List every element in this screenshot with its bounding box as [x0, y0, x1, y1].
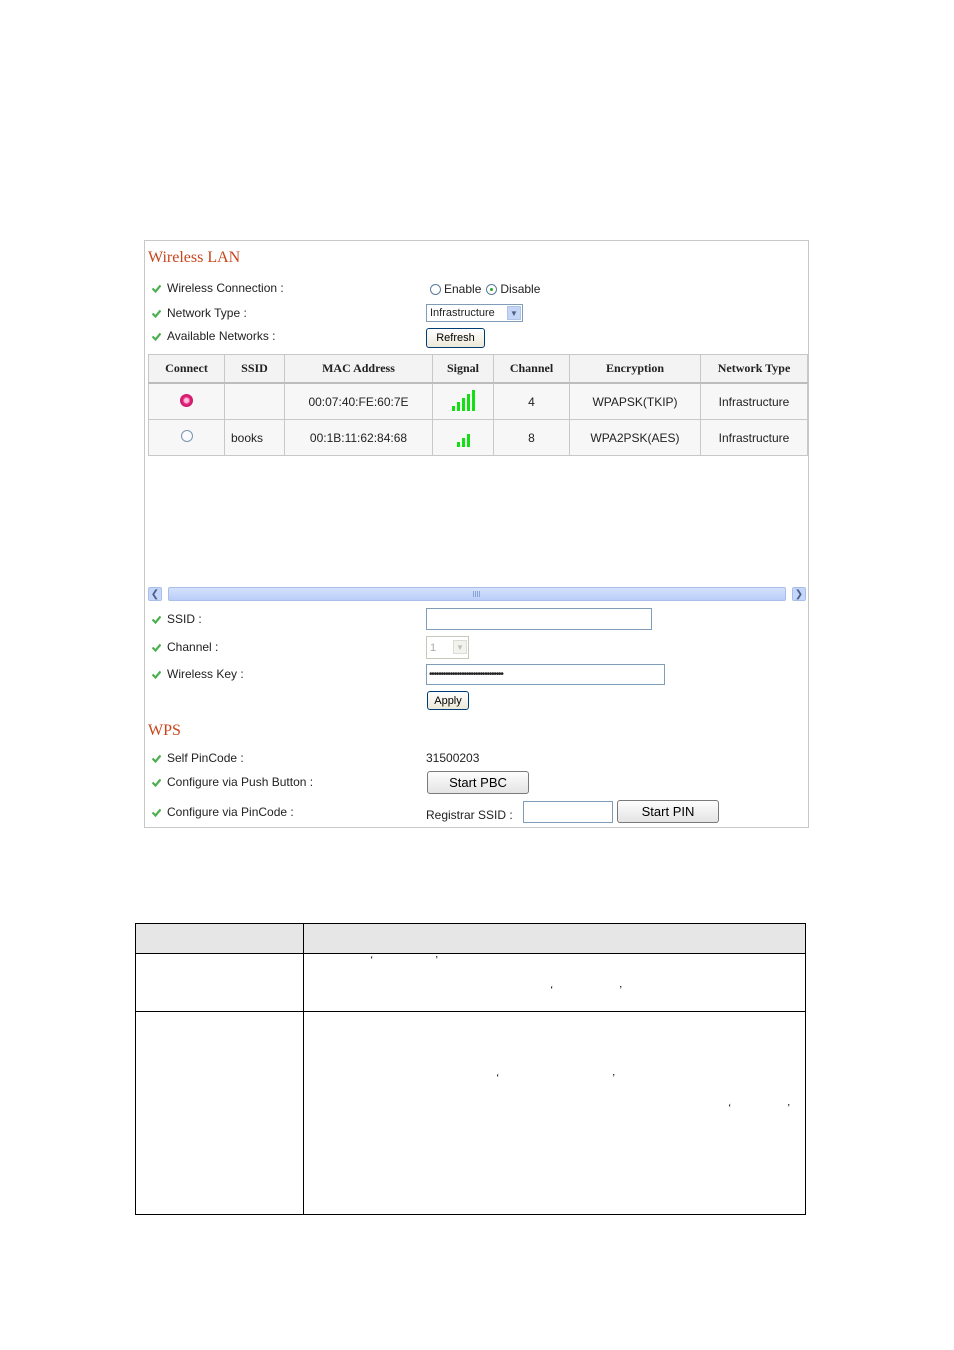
signal-bar: [471, 390, 475, 411]
quote-close: ’: [435, 955, 439, 966]
quote-close: ’: [612, 1073, 616, 1084]
col-network-type: Network Type: [700, 354, 808, 384]
mac-cell: 00:1B:11:62:84:68: [284, 419, 433, 456]
connect-radio[interactable]: [180, 430, 193, 442]
refresh-button[interactable]: Refresh: [426, 328, 485, 348]
ssid-cell: [224, 382, 285, 420]
available-networks-table: Connect SSID MAC Address Signal Channel …: [148, 354, 808, 456]
check-icon: [152, 309, 161, 318]
signal-bar: [461, 438, 465, 447]
wireless-key-label: Wireless Key :: [152, 666, 244, 682]
col-encryption: Encryption: [569, 354, 701, 384]
signal-bar: [456, 402, 460, 411]
connect-radio-selected[interactable]: [180, 393, 193, 407]
description-table: [135, 923, 806, 1215]
wireless-lan-panel: Wireless LAN Wireless Connection : Enabl…: [144, 240, 809, 828]
check-icon: [152, 284, 161, 293]
quote-open: ‘: [496, 1073, 500, 1084]
quote-open: ‘: [550, 985, 554, 996]
encryption-cell: WPAPSK(TKIP): [569, 382, 701, 420]
check-icon: [152, 643, 161, 652]
signal-bar: [461, 398, 465, 411]
channel-cell: 4: [493, 382, 570, 420]
available-networks-label: Available Networks :: [152, 328, 276, 344]
col-mac-address: MAC Address: [284, 354, 433, 384]
signal-bar: [451, 406, 455, 411]
ssid-cell: books: [224, 419, 285, 456]
enable-radio[interactable]: [430, 283, 441, 295]
description-table-header: [135, 923, 806, 954]
table-row[interactable]: books 00:1B:11:62:84:68 8 WPA2PSK(AES) I…: [148, 419, 808, 456]
start-pbc-button[interactable]: Start PBC: [427, 771, 529, 794]
ssid-input[interactable]: [426, 608, 652, 630]
table-row: [135, 953, 806, 1012]
check-icon: [152, 615, 161, 624]
col-connect: Connect: [148, 354, 225, 384]
registrar-ssid-label: Registrar SSID :: [426, 808, 513, 822]
chevron-down-icon: ▼: [507, 306, 521, 320]
network-type-cell: Infrastructure: [700, 419, 808, 456]
channel-cell: 8: [493, 419, 570, 456]
horizontal-scrollbar[interactable]: ❮ ❯: [148, 586, 806, 602]
wps-title: WPS: [148, 722, 181, 739]
wireless-key-input[interactable]: ••••••••••••••••••••••••••••••••: [426, 664, 665, 685]
quote-open: ‘: [370, 955, 374, 966]
self-pincode-label: Self PinCode :: [152, 750, 244, 766]
encryption-cell: WPA2PSK(AES): [569, 419, 701, 456]
header-item-cell: [135, 923, 304, 954]
mac-cell: 00:07:40:FE:60:7E: [284, 382, 433, 420]
wireless-connection-control: Enable Disable: [430, 282, 540, 296]
signal-strength-icon: [451, 389, 475, 411]
quote-close: ’: [619, 985, 623, 996]
signal-strength-icon: [456, 425, 470, 447]
check-icon: [152, 778, 161, 787]
scroll-thumb[interactable]: [168, 587, 786, 601]
self-pincode-value: 31500203: [426, 751, 480, 765]
network-type-cell: Infrastructure: [700, 382, 808, 420]
check-icon: [152, 332, 161, 341]
check-icon: [152, 808, 161, 817]
header-description-cell: [303, 923, 806, 954]
scroll-left-button[interactable]: ❮: [148, 587, 162, 601]
signal-bar: [466, 434, 470, 447]
col-signal: Signal: [432, 354, 494, 384]
scroll-right-button[interactable]: ❯: [792, 587, 806, 601]
signal-bar: [456, 442, 460, 447]
pincode-label: Configure via PinCode :: [152, 804, 294, 820]
disable-label: Disable: [500, 282, 541, 296]
check-icon: [152, 754, 161, 763]
check-icon: [152, 670, 161, 679]
wireless-connection-label: Wireless Connection :: [152, 280, 284, 296]
network-type-label: Network Type :: [152, 305, 247, 321]
col-channel: Channel: [493, 354, 570, 384]
chevron-down-icon: ▼: [453, 640, 467, 654]
channel-label: Channel :: [152, 639, 218, 655]
apply-button[interactable]: Apply: [427, 691, 469, 710]
grip-icon: [473, 591, 481, 597]
enable-label: Enable: [444, 282, 482, 296]
table-row: [135, 1011, 806, 1215]
quote-close: ’: [787, 1103, 791, 1114]
push-button-label: Configure via Push Button :: [152, 774, 313, 790]
item-cell: [135, 1011, 304, 1215]
wireless-lan-title: Wireless LAN: [148, 249, 241, 266]
registrar-ssid-input[interactable]: [523, 801, 613, 823]
table-header-row: Connect SSID MAC Address Signal Channel …: [148, 354, 808, 384]
item-cell: [135, 953, 304, 1012]
description-cell: [303, 953, 806, 1012]
start-pin-button[interactable]: Start PIN: [617, 800, 719, 823]
quote-open: ‘: [728, 1103, 732, 1114]
channel-select[interactable]: 1 ▼: [426, 636, 469, 659]
ssid-label: SSID :: [152, 611, 202, 627]
network-type-select[interactable]: Infrastructure ▼: [426, 304, 523, 322]
col-ssid: SSID: [224, 354, 285, 384]
signal-bar: [466, 394, 470, 411]
disable-radio[interactable]: [486, 283, 498, 295]
table-row[interactable]: 00:07:40:FE:60:7E 4 WPAPSK(TKIP) Infrast…: [148, 382, 808, 420]
